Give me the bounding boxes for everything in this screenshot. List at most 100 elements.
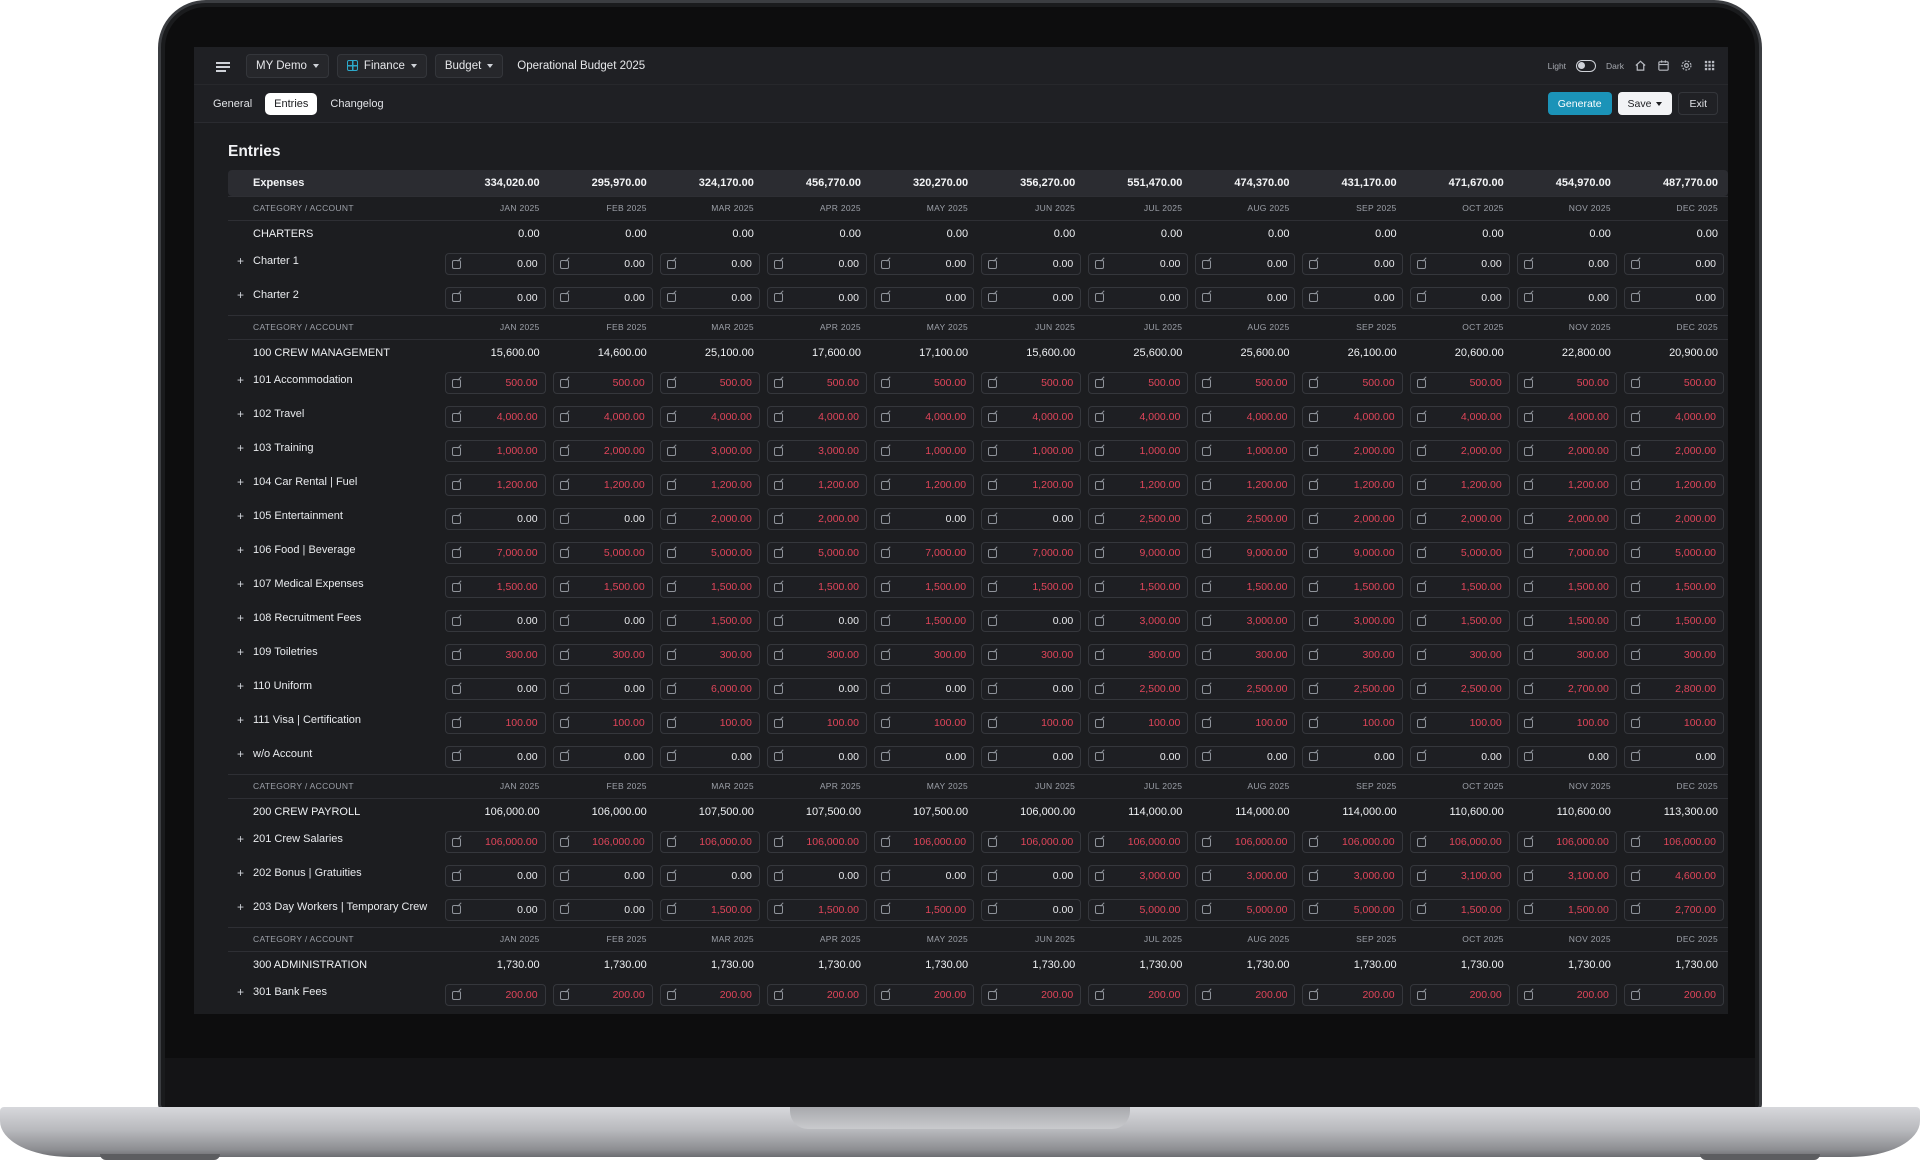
edit-icon[interactable] [880, 582, 890, 592]
expand-plus-icon[interactable]: + [228, 288, 253, 302]
edit-icon[interactable] [452, 259, 462, 269]
amount-input[interactable]: 300.00 [1516, 644, 1617, 666]
amount-input[interactable]: 1,500.00 [873, 898, 975, 921]
edit-icon[interactable] [1095, 582, 1105, 592]
edit-icon[interactable] [666, 752, 676, 762]
edit-icon[interactable] [1309, 752, 1319, 762]
edit-icon[interactable] [1309, 990, 1319, 1000]
edit-icon[interactable] [559, 446, 569, 456]
amount-input[interactable]: 1,200.00 [766, 474, 867, 496]
amount-input[interactable]: 1,200.00 [445, 474, 546, 496]
edit-icon[interactable] [988, 837, 998, 847]
edit-icon[interactable] [452, 514, 462, 524]
amount-input[interactable]: 5,000.00 [659, 542, 760, 564]
amount-input[interactable]: 9,000.00 [1088, 542, 1189, 564]
edit-icon[interactable] [666, 293, 676, 303]
edit-icon[interactable] [666, 990, 676, 1000]
edit-icon[interactable] [1523, 837, 1533, 847]
edit-icon[interactable] [880, 412, 890, 422]
edit-icon[interactable] [1202, 446, 1212, 456]
gear-icon[interactable] [1680, 60, 1693, 72]
expand-plus-icon[interactable]: + [228, 509, 253, 523]
edit-icon[interactable] [1202, 582, 1212, 592]
expand-plus-icon[interactable]: + [228, 747, 253, 761]
amount-input[interactable]: 1,500.00 [659, 898, 760, 921]
amount-input[interactable]: 0.00 [552, 898, 653, 921]
amount-input[interactable]: 2,000.00 [1516, 440, 1617, 462]
amount-input[interactable]: 1,200.00 [873, 474, 975, 496]
exit-button[interactable]: Exit [1678, 92, 1718, 115]
edit-icon[interactable] [1202, 837, 1212, 847]
expand-plus-icon[interactable]: + [228, 866, 253, 880]
amount-input[interactable]: 7,000.00 [1516, 542, 1617, 564]
edit-icon[interactable] [773, 412, 783, 422]
edit-icon[interactable] [452, 650, 462, 660]
amount-input[interactable]: 2,000.00 [1302, 440, 1403, 462]
amount-input[interactable]: 1,500.00 [873, 610, 975, 632]
edit-icon[interactable] [1630, 905, 1640, 915]
edit-icon[interactable] [773, 293, 783, 303]
edit-icon[interactable] [1309, 293, 1319, 303]
amount-input[interactable]: 1,500.00 [766, 576, 867, 598]
amount-input[interactable]: 1,500.00 [1623, 576, 1724, 598]
tab-entries[interactable]: Entries [265, 92, 318, 115]
amount-input[interactable]: 100.00 [1516, 712, 1617, 734]
amount-input[interactable]: 5,000.00 [1409, 542, 1510, 564]
amount-input[interactable]: 0.00 [766, 286, 867, 309]
amount-input[interactable]: 0.00 [1409, 745, 1510, 768]
amount-input[interactable]: 4,000.00 [1302, 406, 1403, 428]
amount-input[interactable]: 106,000.00 [445, 831, 546, 853]
home-icon[interactable] [1634, 60, 1647, 72]
amount-input[interactable]: 5,000.00 [552, 542, 653, 564]
amount-input[interactable]: 0.00 [873, 253, 975, 275]
amount-input[interactable]: 100.00 [1302, 712, 1403, 734]
edit-icon[interactable] [559, 871, 569, 881]
amount-input[interactable]: 0.00 [445, 610, 546, 632]
edit-icon[interactable] [559, 514, 569, 524]
amount-input[interactable]: 3,100.00 [1409, 865, 1510, 887]
edit-icon[interactable] [1095, 514, 1105, 524]
amount-input[interactable]: 2,000.00 [552, 440, 653, 462]
amount-input[interactable]: 0.00 [445, 508, 546, 530]
edit-icon[interactable] [773, 514, 783, 524]
save-button[interactable]: Save [1617, 92, 1673, 115]
edit-icon[interactable] [1630, 378, 1640, 388]
edit-icon[interactable] [1309, 650, 1319, 660]
edit-icon[interactable] [773, 582, 783, 592]
edit-icon[interactable] [1630, 480, 1640, 490]
edit-icon[interactable] [773, 259, 783, 269]
amount-input[interactable]: 0.00 [873, 678, 975, 700]
amount-input[interactable]: 3,000.00 [1302, 610, 1403, 632]
edit-icon[interactable] [1202, 259, 1212, 269]
edit-icon[interactable] [880, 990, 890, 1000]
edit-icon[interactable] [773, 446, 783, 456]
amount-input[interactable]: 0.00 [981, 745, 1082, 768]
amount-input[interactable]: 1,500.00 [552, 576, 653, 598]
amount-input[interactable]: 1,500.00 [1409, 576, 1510, 598]
edit-icon[interactable] [452, 871, 462, 881]
amount-input[interactable]: 0.00 [1302, 745, 1403, 768]
amount-input[interactable]: 1,000.00 [981, 440, 1082, 462]
amount-input[interactable]: 100.00 [552, 712, 653, 734]
amount-input[interactable]: 0.00 [766, 610, 867, 632]
edit-icon[interactable] [452, 718, 462, 728]
amount-input[interactable]: 300.00 [445, 644, 546, 666]
edit-icon[interactable] [559, 293, 569, 303]
edit-icon[interactable] [988, 684, 998, 694]
amount-input[interactable]: 3,100.00 [1516, 865, 1617, 887]
edit-icon[interactable] [559, 990, 569, 1000]
amount-input[interactable]: 3,000.00 [1195, 610, 1296, 632]
amount-input[interactable]: 3,000.00 [1088, 610, 1189, 632]
amount-input[interactable]: 0.00 [1516, 286, 1617, 309]
edit-icon[interactable] [1523, 446, 1533, 456]
edit-icon[interactable] [559, 412, 569, 422]
amount-input[interactable]: 4,000.00 [766, 406, 867, 428]
edit-icon[interactable] [1416, 905, 1426, 915]
edit-icon[interactable] [1202, 378, 1212, 388]
amount-input[interactable]: 1,500.00 [659, 610, 760, 632]
amount-input[interactable]: 5,000.00 [1195, 898, 1296, 921]
amount-input[interactable]: 300.00 [1409, 644, 1510, 666]
expand-plus-icon[interactable]: + [228, 611, 253, 625]
expand-plus-icon[interactable]: + [228, 900, 253, 914]
edit-icon[interactable] [1630, 412, 1640, 422]
